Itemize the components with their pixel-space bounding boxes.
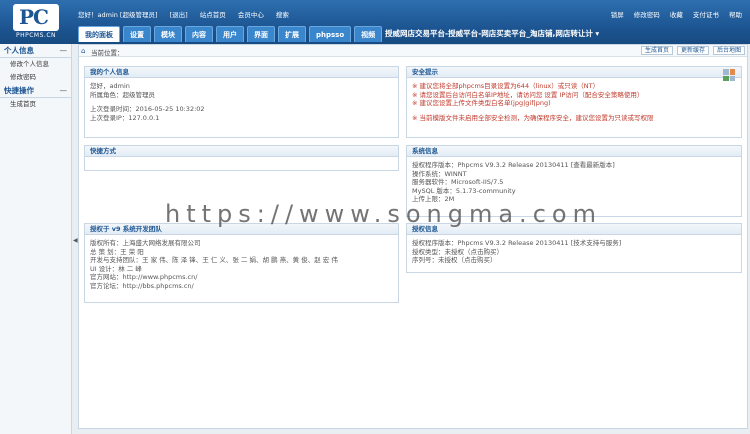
member-center-link[interactable]: 会员中心	[238, 11, 264, 19]
tab-my-panel[interactable]: 我的面板	[78, 26, 120, 42]
generate-home-button[interactable]: 生成首页	[640, 46, 673, 55]
panel-title: 安全提示	[407, 67, 741, 78]
license-panel: 授权信息 授权程序版本：Phpcms V9.3.2 Release 201304…	[406, 223, 742, 273]
sidebar-section-personal[interactable]: 个人信息 —	[0, 44, 71, 58]
right-links: 锁屏 修改密码 收藏 支付证书 帮助	[603, 9, 742, 19]
favorite-link[interactable]: 收藏	[670, 11, 683, 19]
sidebar-item-generate-home[interactable]: 生成首页	[0, 98, 71, 111]
shortcuts-panel: 快捷方式	[84, 145, 399, 171]
team-panel: 授权于 v9 系统开发团队 版权所有：上海盛大网络发展有限公司 总 策 划：王 …	[84, 223, 399, 303]
user-bar: 您好！admin [超级管理员] [退出] 站点首页 会员中心 搜索	[78, 9, 299, 19]
main-nav: 我的面板 设置 模块 内容 用户 界面 扩展 phpsso 视频	[78, 26, 383, 42]
tab-interface[interactable]: 界面	[247, 26, 275, 42]
tab-users[interactable]: 用户	[216, 26, 244, 42]
tab-settings[interactable]: 设置	[123, 26, 151, 42]
logo[interactable]: PC PHPCMS.CN	[10, 4, 62, 40]
site-selector[interactable]: 授威网店交易平台-授威平台-网店买卖平台_淘店铺,网店转让计 ▾	[385, 28, 599, 39]
panel-title: 快捷方式	[85, 146, 398, 157]
main-panel: ⌂ 当前位置： 生成首页 更新缓存 后台地图 我的个人信息 您好，admin 所…	[78, 44, 748, 429]
lock-screen-link[interactable]: 锁屏	[611, 11, 624, 19]
greeting: 您好！admin [超级管理员]	[78, 11, 158, 19]
license-type[interactable]: 授权类型：未授权（点击购买）	[412, 248, 736, 257]
tab-extensions[interactable]: 扩展	[278, 26, 306, 42]
change-password-link[interactable]: 修改密码	[634, 11, 660, 19]
widget-grid-icon[interactable]	[723, 69, 735, 81]
search-link[interactable]: 搜索	[276, 11, 289, 19]
security-tips-panel: 安全提示 ※ 建议您将全部phpcms目录设置为644（linux）或只读（NT…	[406, 66, 742, 138]
logo-mark: PC	[13, 4, 59, 31]
certificate-link[interactable]: 支付证书	[693, 11, 719, 19]
tab-modules[interactable]: 模块	[154, 26, 182, 42]
tab-video[interactable]: 视频	[354, 26, 383, 42]
logo-text: PHPCMS.CN	[15, 32, 56, 39]
collapse-icon[interactable]: —	[60, 44, 68, 58]
tab-phpsso[interactable]: phpsso	[309, 26, 352, 42]
collapse-icon[interactable]: —	[60, 84, 68, 98]
backend-map-button[interactable]: 后台地图	[712, 46, 745, 55]
top-header: PC PHPCMS.CN 您好！admin [超级管理员] [退出] 站点首页 …	[0, 0, 750, 44]
sidebar-item-edit-profile[interactable]: 修改个人信息	[0, 58, 71, 71]
serial-number[interactable]: 序列号：未授权（点击购买）	[412, 256, 736, 265]
panel-title: 我的个人信息	[85, 67, 398, 78]
sidebar-section-quick[interactable]: 快捷操作 —	[0, 84, 71, 98]
update-cache-button[interactable]: 更新缓存	[676, 46, 709, 55]
home-icon[interactable]: ⌂	[81, 47, 85, 55]
official-site-link[interactable]: 官方网站：http://www.phpcms.cn/	[90, 273, 393, 282]
personal-info-panel: 我的个人信息 您好，admin 所属角色：超级管理员 上次登录时间：2016-0…	[84, 66, 399, 138]
sidebar-item-change-password[interactable]: 修改密码	[0, 71, 71, 84]
watermark: https://www.songma.com	[165, 200, 602, 228]
site-home-link[interactable]: 站点首页	[200, 11, 226, 19]
help-link[interactable]: 帮助	[729, 11, 742, 19]
breadcrumb: ⌂ 当前位置： 生成首页 更新缓存 后台地图	[79, 45, 747, 57]
official-forum-link[interactable]: 官方论坛：http://bbs.phpcms.cn/	[90, 282, 393, 291]
tab-content[interactable]: 内容	[185, 26, 213, 42]
logout-link[interactable]: [退出]	[170, 11, 188, 19]
sidebar: 个人信息 — 修改个人信息 修改密码 快捷操作 — 生成首页	[0, 44, 72, 434]
panel-title: 系统信息	[407, 146, 741, 157]
breadcrumb-label: 当前位置：	[91, 49, 124, 57]
sidebar-toggle-arrow-icon[interactable]: ◀	[73, 237, 78, 244]
